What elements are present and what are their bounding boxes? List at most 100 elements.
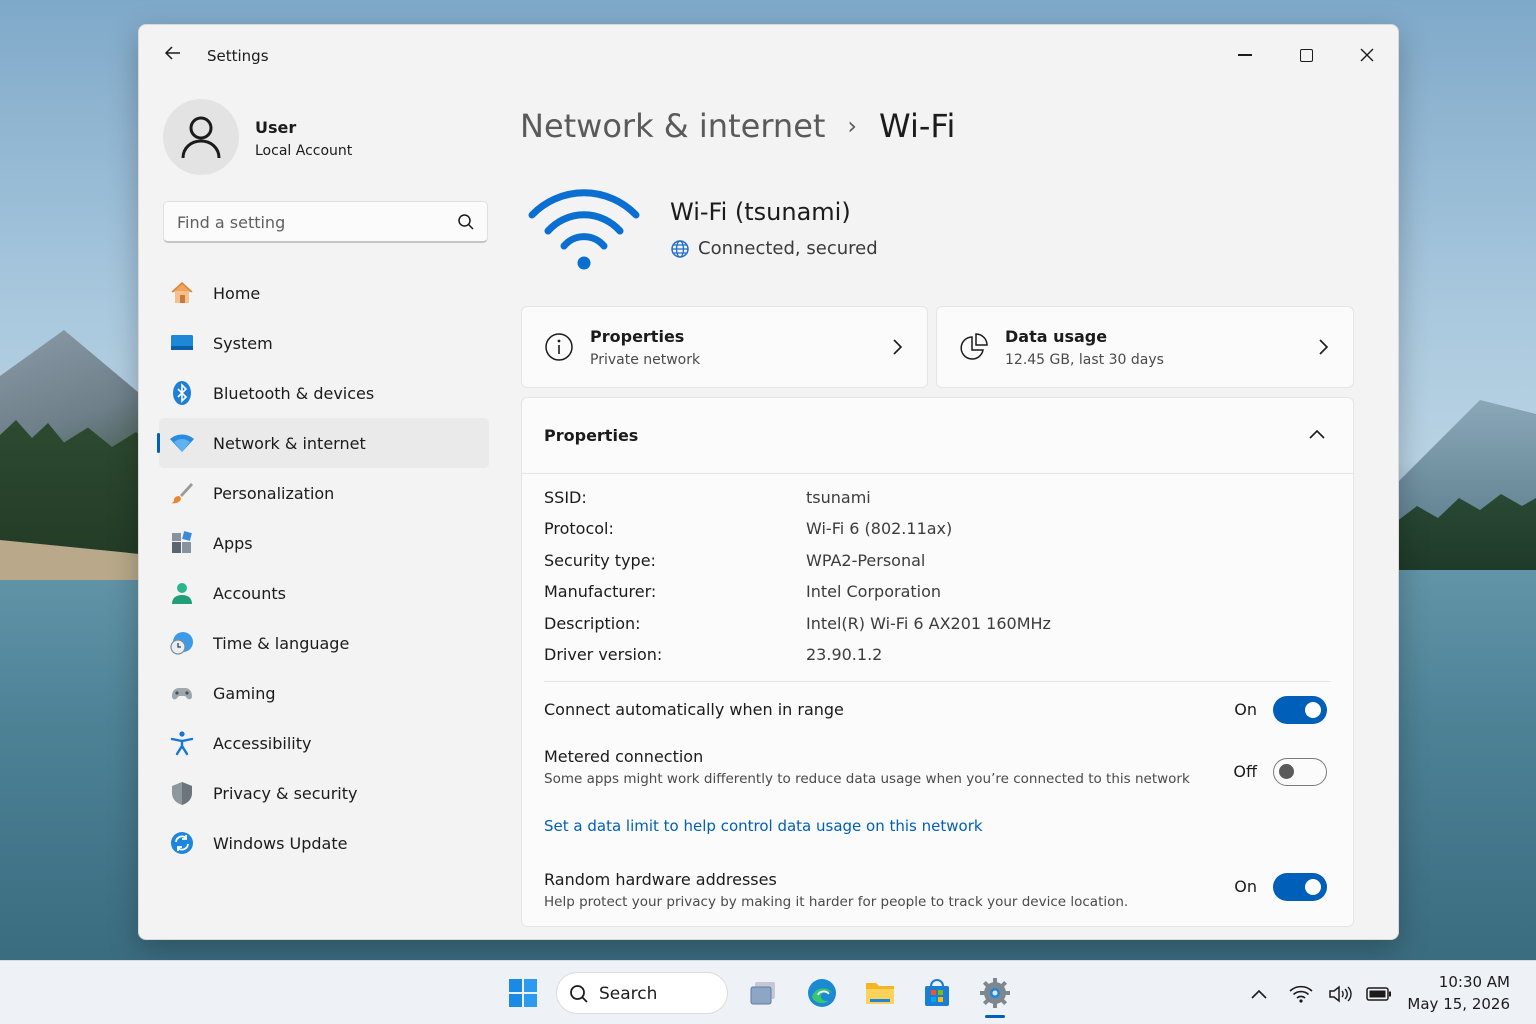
metered-connection-state: Off xyxy=(1233,762,1257,781)
sidebar-item-label: Time & language xyxy=(213,633,350,653)
auto-connect-toggle[interactable] xyxy=(1273,696,1327,724)
sidebar-item-home[interactable]: Home xyxy=(159,268,489,318)
breadcrumb: Network & internet › Wi-Fi xyxy=(520,103,955,149)
properties-card-subtitle: Private network xyxy=(590,352,701,368)
network-status: Connected, secured xyxy=(670,238,878,259)
properties-divider xyxy=(544,681,1331,682)
user-icon xyxy=(181,116,221,159)
show-hidden-icons-button[interactable] xyxy=(1246,981,1272,1007)
metered-connection-toggle[interactable] xyxy=(1273,758,1327,786)
sidebar-item-apps[interactable]: Apps xyxy=(159,518,489,568)
start-button[interactable] xyxy=(505,975,541,1011)
toggle-knob xyxy=(1279,764,1294,779)
random-hw-address-state: On xyxy=(1234,877,1257,896)
update-icon xyxy=(169,830,195,856)
clock-globe-icon xyxy=(169,630,195,656)
properties-panel-header[interactable]: Properties xyxy=(522,398,1353,474)
network-name: Wi-Fi (tsunami) xyxy=(670,198,851,226)
properties-card[interactable]: Properties Private network xyxy=(521,306,928,388)
back-button[interactable] xyxy=(159,43,187,69)
store-button[interactable] xyxy=(919,975,955,1011)
property-value: 23.90.1.2 xyxy=(806,645,883,664)
tray-wifi-button[interactable] xyxy=(1288,981,1314,1007)
maximize-icon xyxy=(1299,48,1313,62)
sidebar-item-label: System xyxy=(213,333,273,353)
sidebar-item-bluetooth[interactable]: Bluetooth & devices xyxy=(159,368,489,418)
sidebar-item-gaming[interactable]: Gaming xyxy=(159,668,489,718)
data-usage-card[interactable]: Data usage 12.45 GB, last 30 days xyxy=(936,306,1354,388)
property-label: Protocol: xyxy=(544,519,614,538)
settings-app-button[interactable] xyxy=(977,975,1013,1011)
taskbar-search-label: Search xyxy=(599,984,658,1004)
search-icon[interactable] xyxy=(457,213,475,231)
file-explorer-button[interactable] xyxy=(862,975,898,1011)
breadcrumb-parent[interactable]: Network & internet xyxy=(520,107,825,145)
sidebar-item-windows-update[interactable]: Windows Update xyxy=(159,818,489,868)
store-icon xyxy=(925,979,949,1006)
sidebar-item-label: Apps xyxy=(213,533,253,553)
maximize-button[interactable] xyxy=(1283,39,1329,71)
random-hw-address-title: Random hardware addresses xyxy=(544,870,777,889)
taskbar-search[interactable]: Search xyxy=(556,972,728,1014)
sidebar-nav: Home System Bluetooth & devices Network … xyxy=(157,268,489,868)
toggle-knob xyxy=(1305,702,1321,718)
metered-connection-description: Some apps might work differently to redu… xyxy=(544,771,1190,787)
task-view-button[interactable] xyxy=(745,975,781,1011)
sidebar-item-privacy[interactable]: Privacy & security xyxy=(159,768,489,818)
network-status-text: Connected, secured xyxy=(698,238,878,259)
property-value: tsunami xyxy=(806,488,871,507)
gamepad-icon xyxy=(169,680,195,706)
wifi-icon xyxy=(169,430,195,456)
sidebar-item-label: Home xyxy=(213,283,261,303)
random-hw-address-toggle[interactable] xyxy=(1273,873,1327,901)
clock-date[interactable]: May 15, 2026 xyxy=(1400,995,1510,1013)
sidebar-item-personalization[interactable]: Personalization xyxy=(159,468,489,518)
data-usage-card-title: Data usage xyxy=(1005,327,1108,346)
tray-battery-button[interactable] xyxy=(1366,981,1392,1007)
sidebar-item-label: Windows Update xyxy=(213,833,348,853)
system-icon xyxy=(169,330,195,356)
sidebar-item-label: Accounts xyxy=(213,583,286,603)
sidebar-item-label: Privacy & security xyxy=(213,783,358,803)
user-name: User xyxy=(255,118,297,137)
property-label: Security type: xyxy=(544,551,656,570)
sidebar-item-accessibility[interactable]: Accessibility xyxy=(159,718,489,768)
edge-browser-button[interactable] xyxy=(804,975,840,1011)
accounts-icon xyxy=(169,580,195,606)
active-app-indicator xyxy=(985,1015,1005,1018)
search-icon xyxy=(570,985,588,1003)
chevron-up-icon xyxy=(1251,989,1267,999)
info-icon xyxy=(545,333,573,361)
property-label: SSID: xyxy=(544,488,587,507)
search-input[interactable] xyxy=(177,211,447,233)
tray-volume-button[interactable] xyxy=(1327,981,1353,1007)
sidebar-item-label: Personalization xyxy=(213,483,335,503)
chevron-up-icon[interactable] xyxy=(1307,426,1327,442)
shield-icon xyxy=(169,780,195,806)
user-account-type: Local Account xyxy=(255,143,353,159)
close-button[interactable] xyxy=(1344,39,1390,71)
sidebar-item-accounts[interactable]: Accounts xyxy=(159,568,489,618)
avatar[interactable] xyxy=(163,99,239,175)
chevron-right-icon xyxy=(1319,339,1329,355)
clock-time[interactable]: 10:30 AM xyxy=(1410,973,1510,991)
property-value: Intel(R) Wi-Fi 6 AX201 160MHz xyxy=(806,614,1051,633)
minimize-button[interactable] xyxy=(1222,39,1268,71)
sidebar-item-label: Gaming xyxy=(213,683,276,703)
folder-icon xyxy=(866,983,894,1004)
sidebar-item-system[interactable]: System xyxy=(159,318,489,368)
auto-connect-title: Connect automatically when in range xyxy=(544,700,844,719)
property-value: Intel Corporation xyxy=(806,582,942,601)
close-icon xyxy=(1360,48,1374,62)
bluetooth-icon xyxy=(169,380,195,406)
title-bar: Settings xyxy=(139,25,1398,87)
sidebar-item-network[interactable]: Network & internet xyxy=(157,418,489,468)
sidebar-item-label: Bluetooth & devices xyxy=(213,383,375,403)
pie-chart-icon xyxy=(960,333,988,360)
apps-icon xyxy=(169,530,195,556)
set-data-limit-link[interactable]: Set a data limit to help control data us… xyxy=(544,817,983,835)
windows-logo-icon xyxy=(509,979,537,1007)
wifi-signal-icon xyxy=(528,189,640,270)
sidebar-item-time-language[interactable]: Time & language xyxy=(159,618,489,668)
breadcrumb-separator: › xyxy=(847,112,858,140)
